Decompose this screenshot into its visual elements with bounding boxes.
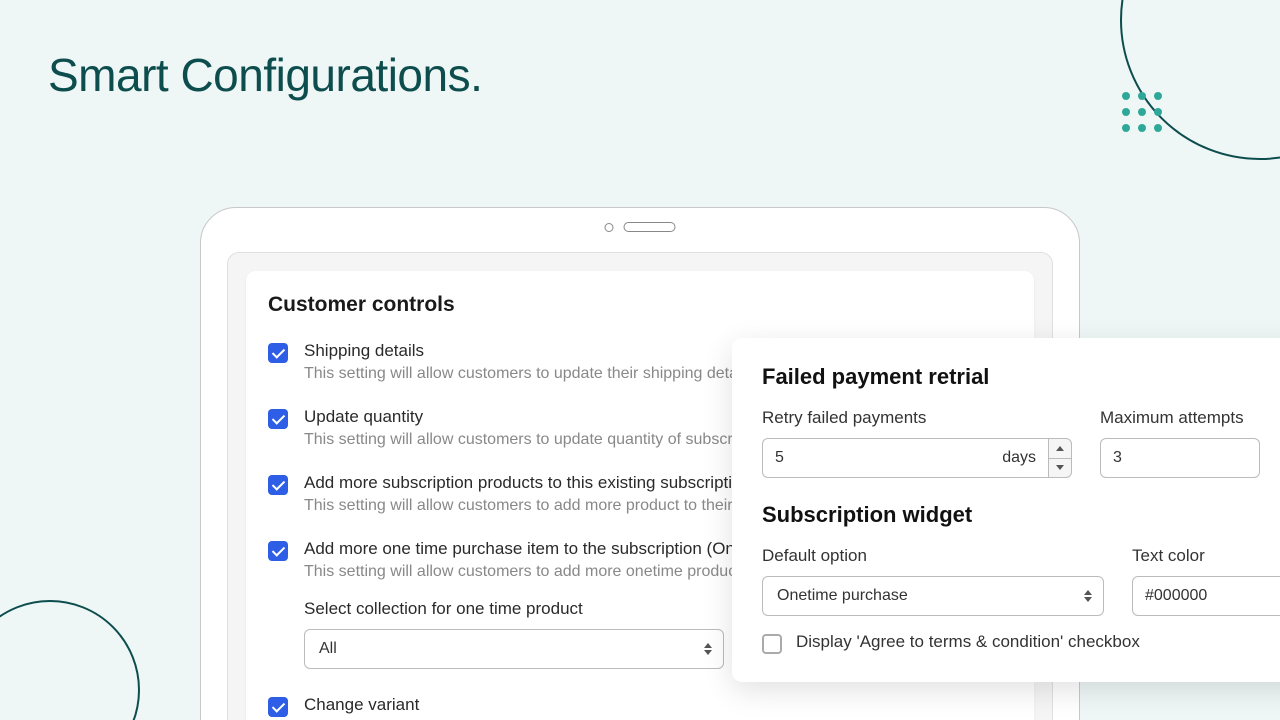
option-change-variant: Change variant — [268, 695, 1012, 719]
decorative-dots-icon — [1122, 92, 1162, 132]
checkbox-add-subscription-products[interactable] — [268, 475, 288, 495]
checkbox-update-quantity[interactable] — [268, 409, 288, 429]
max-attempts-label: Maximum attempts — [1100, 408, 1260, 428]
checkbox-shipping-details[interactable] — [268, 343, 288, 363]
retry-payments-label: Retry failed payments — [762, 408, 1072, 428]
select-caret-icon — [704, 643, 712, 655]
number-spinner[interactable] — [1048, 438, 1072, 478]
terms-checkbox-label: Display 'Agree to terms & condition' che… — [796, 632, 1140, 652]
customer-controls-heading: Customer controls — [268, 293, 1012, 317]
checkbox-add-onetime-purchase[interactable] — [268, 541, 288, 561]
spinner-up-icon[interactable] — [1049, 439, 1071, 459]
terms-checkbox-row: Display 'Agree to terms & condition' che… — [762, 632, 1280, 652]
text-color-input[interactable]: #000000 — [1132, 576, 1280, 616]
collection-select-value: All — [319, 640, 337, 658]
default-option-label: Default option — [762, 546, 1104, 566]
retry-payments-value: 5 — [775, 449, 784, 467]
collection-select[interactable]: All — [304, 629, 724, 669]
default-option-select[interactable]: Onetime purchase — [762, 576, 1104, 616]
select-caret-icon — [1084, 590, 1092, 602]
spinner-down-icon[interactable] — [1049, 459, 1071, 478]
text-color-value: #000000 — [1145, 587, 1207, 605]
decorative-circle-small — [0, 600, 140, 720]
max-attempts-value: 3 — [1113, 449, 1122, 467]
page-title: Smart Configurations. — [48, 48, 482, 102]
settings-float-panel: Failed payment retrial Retry failed paym… — [732, 338, 1280, 682]
retry-payments-suffix: days — [1002, 449, 1036, 467]
failed-payment-heading: Failed payment retrial — [762, 364, 1280, 390]
subscription-widget-heading: Subscription widget — [762, 502, 1280, 528]
checkbox-terms-condition[interactable] — [762, 634, 782, 654]
checkbox-change-variant[interactable] — [268, 697, 288, 717]
device-notch — [605, 222, 676, 232]
retry-payments-input[interactable]: 5 days — [762, 438, 1072, 478]
default-option-value: Onetime purchase — [777, 587, 908, 605]
decorative-circle-large — [1120, 0, 1280, 160]
option-label: Change variant — [304, 695, 1012, 715]
max-attempts-input[interactable]: 3 — [1100, 438, 1260, 478]
text-color-label: Text color — [1132, 546, 1280, 566]
